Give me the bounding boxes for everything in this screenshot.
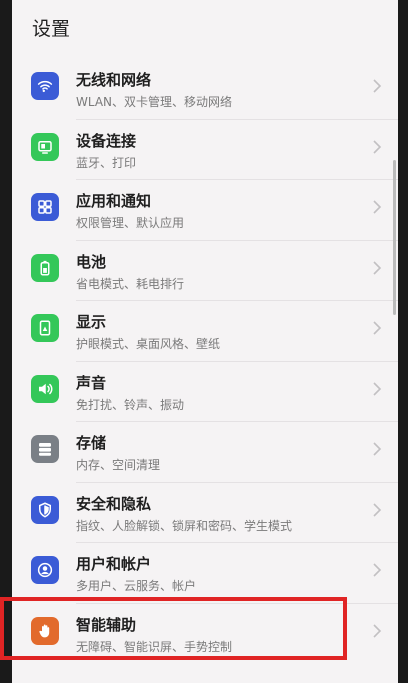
item-subtitle: 权限管理、默认应用 [76,216,185,230]
item-subtitle: WLAN、双卡管理、移动网络 [76,95,233,109]
chevron-right-icon [373,563,382,577]
settings-screen: 设置 无线和网络 WLAN、双卡管理、移动网络 设备连接 蓝牙、打印 应用和通知… [12,0,398,683]
settings-item-battery[interactable]: 电池 省电模式、耗电排行 [12,241,398,301]
display-icon [31,314,59,342]
item-subtitle: 内存、空间清理 [76,458,161,472]
chevron-right-icon [373,200,382,214]
shield-icon [31,495,59,524]
speaker-icon [31,374,59,403]
hand-icon [31,616,59,645]
scrollbar[interactable] [393,160,396,315]
apps-grid-icon [31,193,59,221]
chevron-right-icon [373,442,382,456]
item-subtitle: 无障碍、智能识屏、手势控制 [76,639,233,654]
chevron-right-icon [373,321,382,335]
wifi-icon [31,72,59,100]
settings-item-storage[interactable]: 存储 内存、空间清理 [12,422,398,483]
settings-item-display[interactable]: 显示 护眼模式、桌面风格、壁纸 [12,301,398,362]
page-title: 设置 [32,18,71,40]
chevron-right-icon [373,79,382,93]
item-title: 安全和隐私 [76,494,152,513]
storage-icon [31,435,59,463]
item-subtitle: 蓝牙、打印 [76,155,137,170]
chevron-right-icon [373,260,382,275]
chevron-right-icon [373,381,382,396]
item-title: 存储 [76,434,107,452]
user-icon [31,556,59,584]
settings-item-smart-assist[interactable]: 智能辅助 无障碍、智能识屏、手势控制 [12,604,398,665]
settings-item-device-connection[interactable]: 设备连接 蓝牙、打印 [12,120,398,180]
settings-item-sound[interactable]: 声音 免打扰、铃声、振动 [12,362,398,422]
item-title: 声音 [76,373,107,392]
item-title: 智能辅助 [76,615,137,634]
settings-item-users-accounts[interactable]: 用户和帐户 多用户、云服务、帐户 [12,543,398,604]
item-subtitle: 免打扰、铃声、振动 [76,397,185,412]
device-link-icon [31,132,59,161]
settings-item-wireless-network[interactable]: 无线和网络 WLAN、双卡管理、移动网络 [12,59,398,120]
item-subtitle: 多用户、云服务、帐户 [76,579,197,593]
item-subtitle: 护眼模式、桌面风格、壁纸 [76,337,221,351]
item-subtitle: 指纹、人脸解锁、锁屏和密码、学生模式 [76,518,293,533]
chevron-right-icon [373,502,382,517]
settings-item-security-privacy[interactable]: 安全和隐私 指纹、人脸解锁、锁屏和密码、学生模式 [12,483,398,543]
battery-icon [31,253,59,282]
chevron-right-icon [373,623,382,638]
settings-list: 无线和网络 WLAN、双卡管理、移动网络 设备连接 蓝牙、打印 应用和通知 权限… [12,59,398,664]
item-title: 用户和帐户 [76,555,152,573]
chevron-right-icon [373,139,382,154]
item-title: 电池 [76,252,107,271]
settings-item-apps-notifications[interactable]: 应用和通知 权限管理、默认应用 [12,180,398,241]
item-subtitle: 省电模式、耗电排行 [76,276,185,291]
item-title: 无线和网络 [76,71,152,89]
header: 设置 [12,0,398,58]
item-title: 显示 [76,313,107,331]
item-title: 应用和通知 [76,192,152,210]
item-title: 设备连接 [76,131,137,150]
